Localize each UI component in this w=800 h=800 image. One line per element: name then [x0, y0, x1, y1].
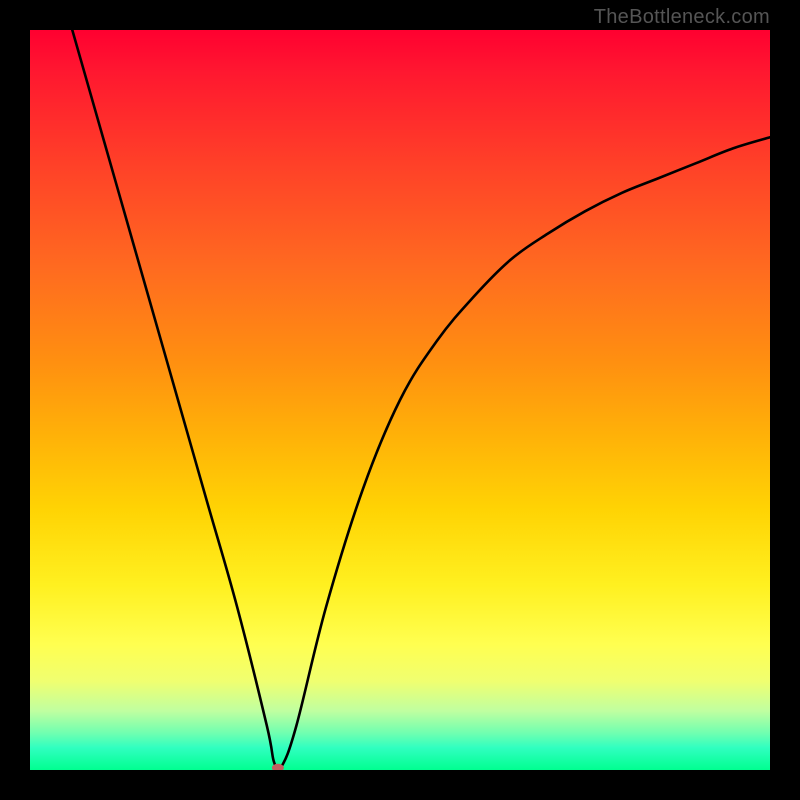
curve-group [60, 30, 770, 770]
chart-container: TheBottleneck.com [0, 0, 800, 800]
marker-group [272, 764, 284, 770]
curve-path [60, 30, 770, 770]
watermark-text: TheBottleneck.com [594, 6, 770, 29]
curve-svg [30, 30, 770, 770]
minimum-marker [272, 764, 284, 770]
plot-area [30, 30, 770, 770]
